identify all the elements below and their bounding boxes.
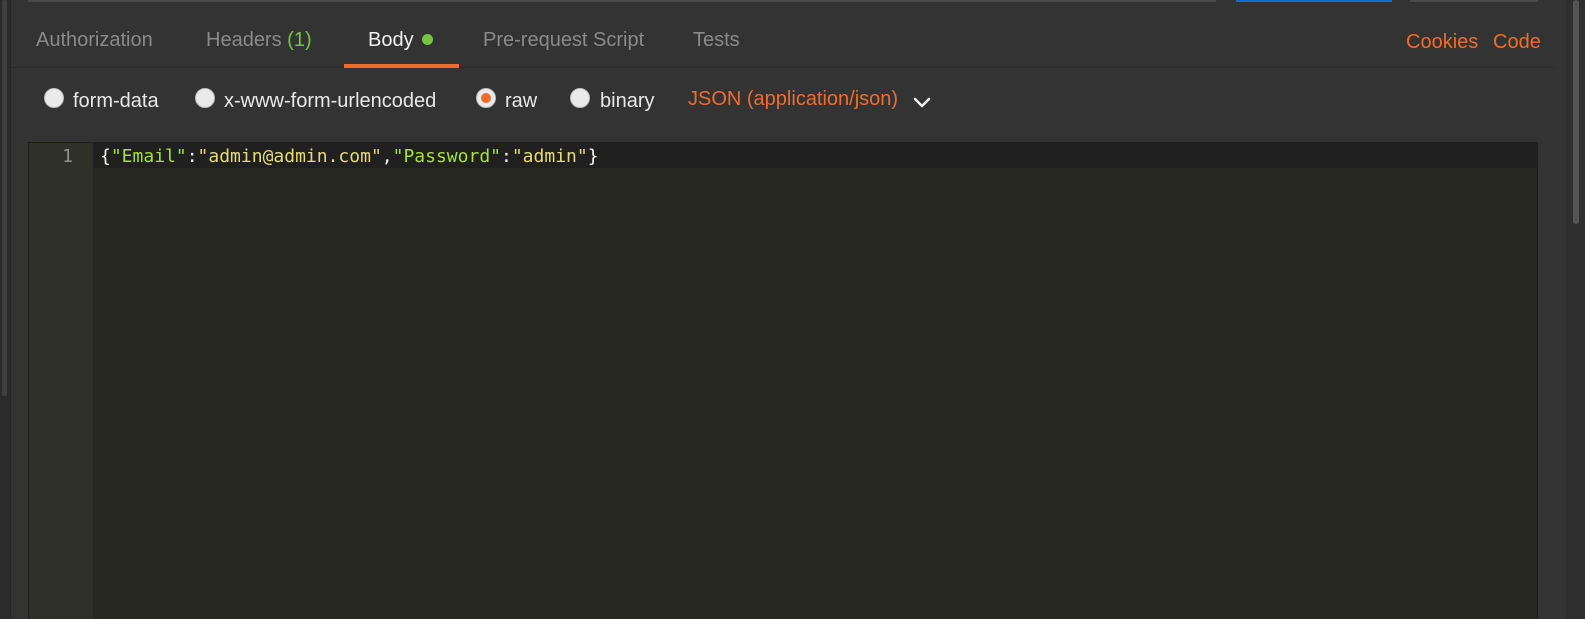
save-button-edge[interactable] — [1410, 0, 1538, 2]
code-close-brace: } — [587, 146, 599, 167]
send-button-edge[interactable] — [1236, 0, 1392, 2]
tab-authorization[interactable]: Authorization — [36, 14, 153, 67]
chevron-down-icon[interactable] — [912, 93, 932, 113]
url-input-edge[interactable] — [28, 0, 1216, 2]
body-code-editor[interactable]: 1 {"Email":"admin@admin.com","Password":… — [28, 142, 1538, 619]
code-key-email: "Email" — [110, 146, 187, 167]
tab-tests[interactable]: Tests — [693, 14, 740, 67]
radio-form-data-label: form-data — [73, 90, 159, 112]
radio-urlencoded-label: x-www-form-urlencoded — [224, 90, 437, 112]
left-scrollbar-thumb[interactable] — [2, 0, 7, 396]
code-key-password: "Password" — [392, 146, 501, 167]
headers-count-badge: (1) — [287, 29, 312, 51]
tab-prerequest-script[interactable]: Pre-request Script — [483, 14, 644, 67]
request-tabs: Authorization Headers (1) Body Pre-reque… — [12, 14, 1555, 68]
tab-body[interactable]: Body — [368, 14, 433, 67]
active-tab-indicator — [344, 64, 459, 68]
editor-gutter: 1 — [29, 143, 93, 619]
code-colon: : — [501, 146, 512, 167]
line-number: 1 — [62, 146, 73, 167]
code-value-password: "admin" — [511, 146, 588, 167]
left-pane-edge — [0, 0, 11, 619]
right-scrollbar[interactable] — [1566, 0, 1585, 619]
radio-urlencoded-control[interactable] — [195, 88, 215, 108]
tab-body-label: Body — [368, 29, 414, 51]
code-line[interactable]: {"Email":"admin@admin.com","Password":"a… — [100, 146, 599, 167]
code-colon: : — [186, 146, 198, 167]
tab-headers[interactable]: Headers (1) — [206, 14, 312, 67]
code-comma: , — [381, 146, 393, 167]
tab-prerequest-label: Pre-request Script — [483, 29, 645, 51]
radio-form-data-control[interactable] — [44, 88, 64, 108]
radio-binary-control[interactable] — [570, 88, 590, 108]
request-body-panel: Authorization Headers (1) Body Pre-reque… — [0, 0, 1585, 619]
tab-headers-label: Headers — [206, 29, 282, 51]
code-value-email: "admin@admin.com" — [197, 146, 382, 167]
raw-format-dropdown[interactable]: JSON (application/json) — [688, 88, 931, 118]
tab-tests-label: Tests — [693, 29, 740, 51]
radio-raw-label: raw — [505, 90, 538, 112]
right-scrollbar-thumb[interactable] — [1573, 0, 1579, 224]
code-open-brace: { — [100, 146, 111, 167]
code-link[interactable]: Code — [1493, 14, 1541, 70]
body-status-dot-icon — [421, 34, 433, 45]
raw-format-label: JSON (application/json) — [688, 88, 899, 110]
radio-raw-control[interactable] — [476, 88, 496, 108]
cookies-link[interactable]: Cookies — [1406, 14, 1478, 70]
radio-binary-label: binary — [600, 90, 655, 112]
tab-authorization-label: Authorization — [36, 29, 153, 51]
